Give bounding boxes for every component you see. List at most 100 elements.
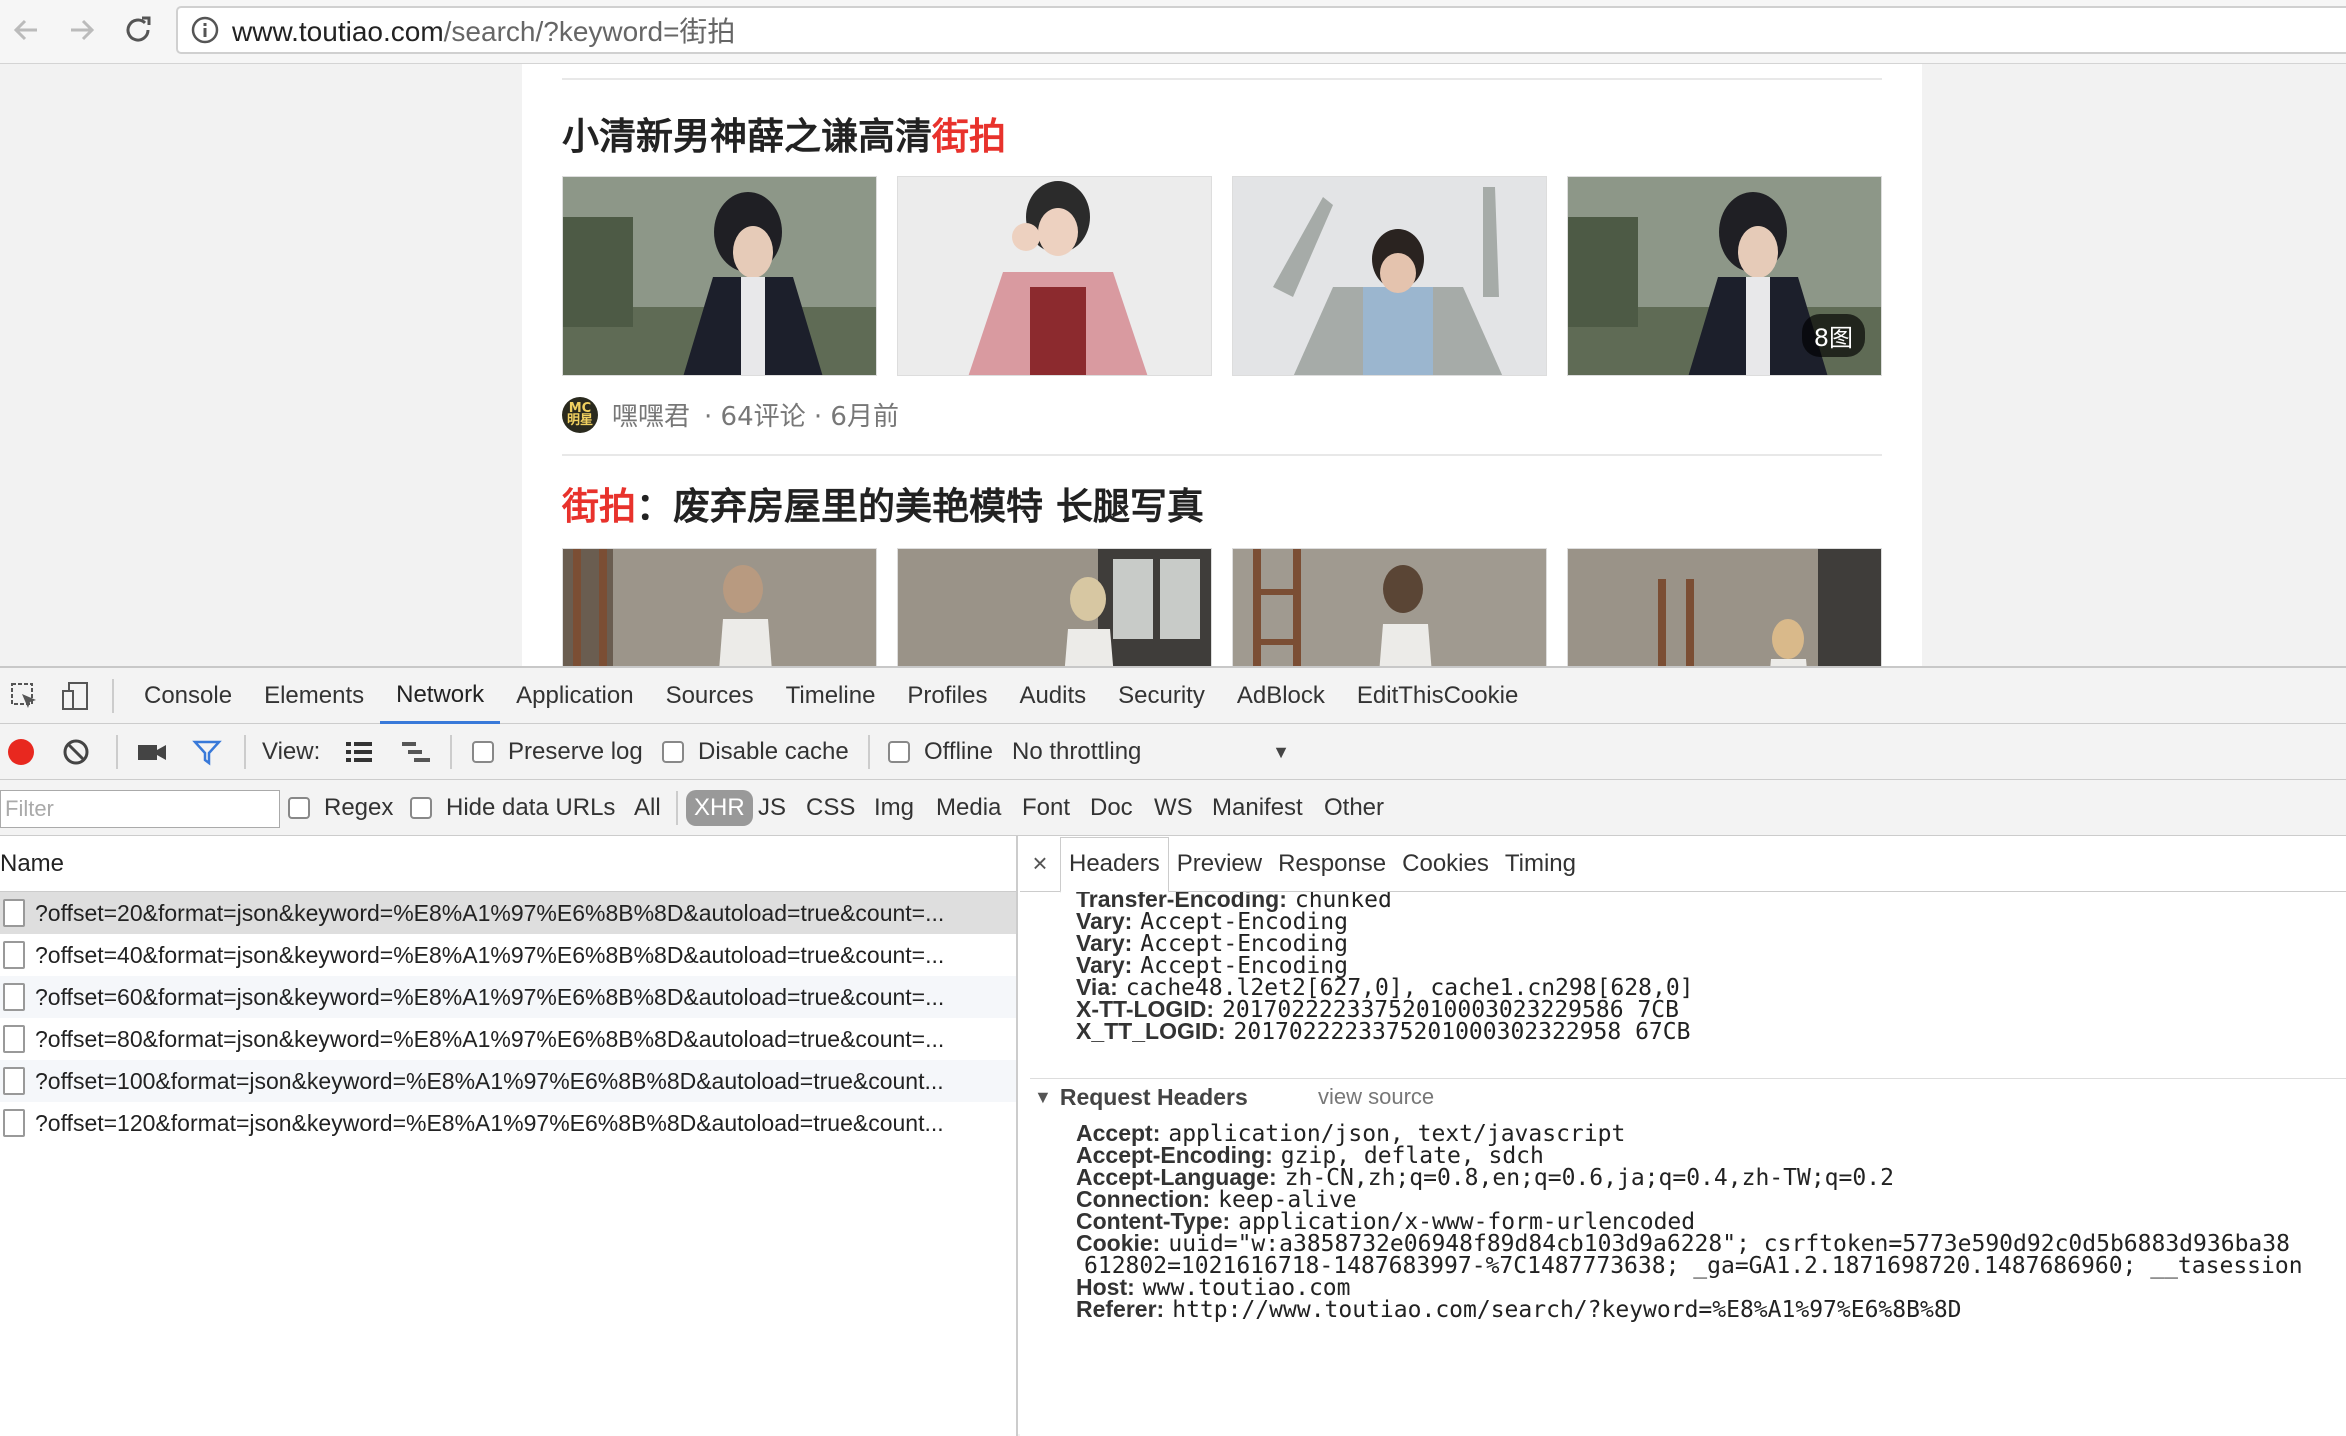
- disable-cache-label: Disable cache: [698, 738, 849, 765]
- request-name: ?offset=60&format=json&keyword=%E8%A1%97…: [35, 983, 945, 1010]
- filter-input[interactable]: Filter: [0, 790, 280, 828]
- filter-other[interactable]: Other: [1324, 790, 1384, 826]
- filter-media[interactable]: Media: [936, 790, 1001, 826]
- view-label: View:: [262, 738, 321, 765]
- filter-doc[interactable]: Doc: [1090, 790, 1133, 826]
- capture-screenshots-button[interactable]: [136, 734, 168, 770]
- clear-icon: [63, 739, 89, 765]
- reload-button[interactable]: [116, 8, 160, 52]
- checkbox-icon: [410, 797, 432, 819]
- checkbox-icon: [888, 741, 910, 763]
- tab-adblock[interactable]: AdBlock: [1221, 668, 1341, 724]
- filter-xhr[interactable]: XHR: [686, 790, 753, 826]
- inspect-element-button[interactable]: [6, 678, 42, 714]
- article-title[interactable]: 街拍：废弃房屋里的美艳模特 长腿写真: [562, 476, 1204, 530]
- request-headers-section-toggle[interactable]: ▼ Request Headers: [1034, 1084, 1248, 1111]
- tab-response[interactable]: Response: [1270, 836, 1394, 892]
- overview-button[interactable]: [400, 734, 432, 770]
- meta-info: · 64评论 · 6月前: [704, 402, 899, 432]
- tab-timeline[interactable]: Timeline: [770, 668, 892, 724]
- thumbnail-image[interactable]: [1567, 548, 1882, 666]
- record-button[interactable]: [8, 734, 34, 770]
- back-arrow-icon: [13, 19, 37, 41]
- thumbnail-image[interactable]: [897, 176, 1212, 376]
- toolbar-separator: [244, 735, 246, 769]
- article-title[interactable]: 小清新男神薛之谦高清街拍: [562, 106, 1006, 160]
- file-icon: [3, 1109, 25, 1137]
- tab-sources[interactable]: Sources: [650, 668, 770, 724]
- table-row[interactable]: ?offset=80&format=json&keyword=%E8%A1%97…: [0, 1018, 1016, 1060]
- filter-js[interactable]: JS: [758, 790, 786, 826]
- device-toolbar-button[interactable]: [58, 678, 94, 714]
- article-thumbnails: [562, 548, 1882, 666]
- file-icon: [3, 899, 25, 927]
- image-count-badge: 8图: [1801, 314, 1865, 357]
- tab-elements[interactable]: Elements: [248, 668, 380, 724]
- thumbnail-image[interactable]: 8图: [1567, 176, 1882, 376]
- filter-toggle-button[interactable]: [192, 734, 222, 770]
- avatar[interactable]: MC 明星: [562, 396, 598, 433]
- tab-application[interactable]: Application: [500, 668, 649, 724]
- article-meta: MC 明星 嘿嘿君 · 64评论 · 6月前: [562, 396, 899, 433]
- hide-data-urls-checkbox[interactable]: Hide data URLs: [410, 790, 615, 826]
- tab-cookies[interactable]: Cookies: [1394, 836, 1497, 892]
- thumbnail-image[interactable]: [1232, 176, 1547, 376]
- request-name: ?offset=20&format=json&keyword=%E8%A1%97…: [35, 899, 945, 926]
- info-icon[interactable]: [190, 15, 220, 45]
- thumbnail-image[interactable]: [1232, 548, 1547, 666]
- address-bar[interactable]: www.toutiao.com/search/?keyword=街拍: [176, 6, 2346, 54]
- inspect-cursor-icon: [11, 683, 36, 708]
- tab-profiles[interactable]: Profiles: [891, 668, 1003, 724]
- thumbnail-image[interactable]: [897, 548, 1212, 666]
- divider: [562, 78, 1882, 80]
- request-name: ?offset=40&format=json&keyword=%E8%A1%97…: [35, 941, 945, 968]
- large-rows-button[interactable]: [344, 734, 374, 770]
- table-row[interactable]: ?offset=100&format=json&keyword=%E8%A1%9…: [0, 1060, 1016, 1102]
- toolbar-separator: [676, 791, 678, 825]
- filter-css[interactable]: CSS: [806, 790, 855, 826]
- author-name[interactable]: 嘿嘿君: [612, 396, 690, 433]
- clear-button[interactable]: [62, 734, 90, 770]
- tab-network[interactable]: Network: [380, 668, 501, 724]
- preserve-log-label: Preserve log: [508, 738, 643, 765]
- browser-toolbar: www.toutiao.com/search/?keyword=街拍: [0, 0, 2346, 64]
- regex-checkbox[interactable]: Regex: [288, 790, 393, 826]
- filter-all[interactable]: All: [634, 790, 661, 826]
- throttling-select[interactable]: No throttling ▼: [1012, 734, 1290, 770]
- list-view-icon: [346, 742, 372, 762]
- filter-font[interactable]: Font: [1022, 790, 1070, 826]
- view-source-link[interactable]: view source: [1318, 1084, 1434, 1110]
- table-row[interactable]: ?offset=40&format=json&keyword=%E8%A1%97…: [0, 934, 1016, 976]
- thumbnail-image[interactable]: [562, 176, 877, 376]
- table-row[interactable]: ?offset=20&format=json&keyword=%E8%A1%97…: [0, 892, 1016, 934]
- tab-timing[interactable]: Timing: [1497, 836, 1584, 892]
- header-line: Referer: http://www.toutiao.com/search/?k…: [1076, 1296, 1962, 1323]
- devtools-tabbar: Console Elements Network Application Sou…: [0, 668, 2346, 724]
- file-icon: [3, 983, 25, 1011]
- tab-editthiscookie[interactable]: EditThisCookie: [1341, 668, 1534, 724]
- table-row[interactable]: ?offset=120&format=json&keyword=%E8%A1%9…: [0, 1102, 1016, 1144]
- close-icon[interactable]: ×: [1020, 848, 1060, 879]
- filter-manifest[interactable]: Manifest: [1212, 790, 1303, 826]
- tab-console[interactable]: Console: [128, 668, 248, 724]
- preserve-log-checkbox[interactable]: Preserve log: [472, 734, 643, 770]
- column-header-name[interactable]: Name: [0, 836, 1016, 892]
- disable-cache-checkbox[interactable]: Disable cache: [662, 734, 849, 770]
- offline-checkbox[interactable]: Offline: [888, 734, 993, 770]
- table-row[interactable]: ?offset=60&format=json&keyword=%E8%A1%97…: [0, 976, 1016, 1018]
- tab-headers[interactable]: Headers: [1060, 836, 1169, 893]
- url-text: www.toutiao.com/search/?keyword=街拍: [232, 10, 735, 50]
- filter-funnel-icon: [192, 740, 222, 766]
- requests-list: Name ?offset=20&format=json&keyword=%E8%…: [0, 836, 1018, 1436]
- tab-security[interactable]: Security: [1102, 668, 1221, 724]
- forward-button[interactable]: [60, 8, 104, 52]
- tab-preview[interactable]: Preview: [1169, 836, 1270, 892]
- checkbox-icon: [472, 741, 494, 763]
- filter-ws[interactable]: WS: [1154, 790, 1193, 826]
- thumbnail-image[interactable]: [562, 548, 877, 666]
- tab-audits[interactable]: Audits: [1003, 668, 1102, 724]
- devtools-panel: Console Elements Network Application Sou…: [0, 666, 2346, 1436]
- back-button[interactable]: [4, 8, 48, 52]
- url-path: /search/?keyword=街拍: [443, 16, 736, 47]
- filter-img[interactable]: Img: [874, 790, 914, 826]
